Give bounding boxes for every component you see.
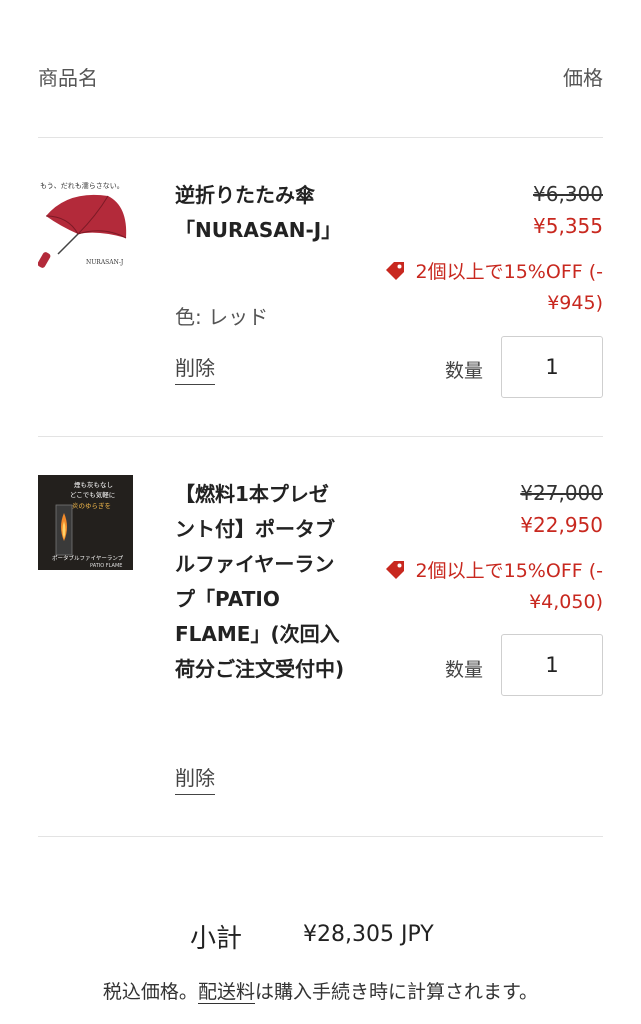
quantity-label: 数量 (444, 659, 483, 681)
item-variant: 色: レッド (175, 305, 269, 329)
shipping-link[interactable]: 配送料 (197, 981, 255, 1004)
divider (38, 436, 603, 437)
discount-text: 2個以上で15%OFF (-¥945) (415, 261, 603, 314)
price-sale: ¥5,355 (533, 214, 603, 238)
tag-icon (384, 259, 406, 289)
product-image-patio-flame[interactable]: 煙も灰もなし どこでも気軽に 炎のゆらぎを ポータブルファイヤーランプ PATI… (38, 475, 133, 570)
discount-badge: 2個以上で15%OFF (-¥4,050) (353, 557, 603, 616)
image-caption-3: 炎のゆらぎを (72, 501, 111, 510)
subtotal-label: 小計 (190, 924, 243, 954)
price-original: ¥6,300 (533, 182, 603, 206)
item-title[interactable]: 【燃料1本プレゼント付】ポータブルファイヤーランプ「PATIO FLAME」(次… (175, 477, 347, 687)
tag-icon (384, 558, 406, 588)
item-title[interactable]: 逆折りたたみ傘「NURASAN-J」 (175, 178, 347, 248)
quantity-label: 数量 (444, 360, 483, 382)
divider (38, 137, 603, 138)
price-original: ¥27,000 (520, 481, 603, 505)
product-column-header: 商品名 (38, 66, 98, 90)
image-caption-4: ポータブルファイヤーランプ (52, 554, 124, 562)
divider (38, 836, 603, 837)
image-caption-5: PATIO FLAME (90, 563, 122, 569)
quantity-input[interactable] (501, 634, 603, 696)
remove-link[interactable]: 削除 (175, 355, 215, 385)
image-caption-1: 煙も灰もなし (74, 480, 113, 489)
note-suffix: は購入手続き時に計算されます。 (254, 981, 539, 1003)
cart-page: 商品名 価格 もう、だれも濡らさない。 NURASAN-J 逆折りたたみ傘「NU… (0, 0, 641, 1024)
tax-shipping-note: 税込価格。配送料は購入手続き時に計算されます。 (0, 977, 641, 1004)
remove-link[interactable]: 削除 (175, 765, 215, 795)
price-sale: ¥22,950 (520, 513, 603, 537)
product-image-umbrella[interactable]: もう、だれも濡らさない。 NURASAN-J (38, 176, 133, 271)
image-caption-bottom: NURASAN-J (86, 259, 124, 266)
subtotal-value: ¥28,305 JPY (303, 922, 434, 947)
cart-header: 商品名 価格 (38, 62, 603, 91)
image-caption-2: どこでも気軽に (70, 490, 115, 499)
image-caption-top: もう、だれも濡らさない。 (40, 181, 124, 190)
quantity-input[interactable] (501, 336, 603, 398)
discount-text: 2個以上で15%OFF (-¥4,050) (415, 560, 603, 613)
note-prefix: 税込価格。 (102, 981, 198, 1003)
price-column-header: 価格 (563, 66, 603, 90)
discount-badge: 2個以上で15%OFF (-¥945) (353, 258, 603, 317)
